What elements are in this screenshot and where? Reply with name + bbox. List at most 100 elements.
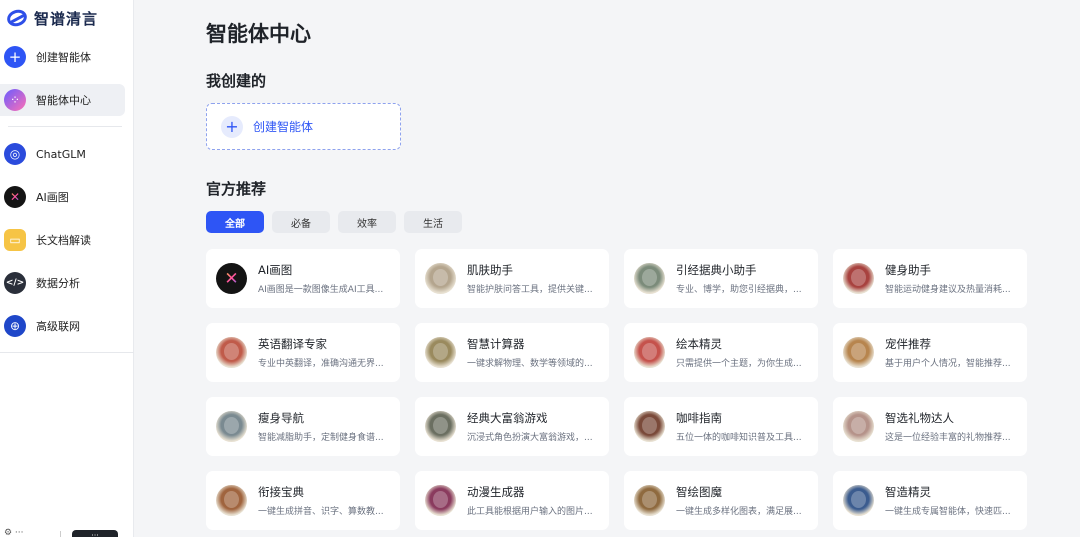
agent-avatar [843, 337, 874, 368]
agent-avatar [425, 263, 456, 294]
chatglm-logo-icon: ◎ [4, 143, 26, 165]
sidebar-item-agent-center[interactable]: ⁘ 智能体中心 [0, 84, 125, 116]
agent-card-text: 智绘图魔一键生成多样化图表，满足展... [676, 484, 811, 517]
agent-card-title: AI画图 [258, 263, 293, 277]
agent-card-description: 一键生成拼音、识字、算数教... [258, 507, 384, 517]
agent-card-title: 引经据典小助手 [676, 263, 757, 277]
sidebar-item-create-agent[interactable]: + 创建智能体 [0, 41, 125, 73]
agent-card-description: 这是一位经验丰富的礼物推荐... [885, 433, 1011, 443]
agent-card-description: 基于用户个人情况，智能推荐... [885, 359, 1011, 369]
create-agent-label: 创建智能体 [253, 120, 314, 134]
agent-avatar [843, 263, 874, 294]
agent-card-text: 经典大富翁游戏 沉浸式角色扮演大富翁游戏，... [467, 410, 602, 443]
agent-card-title: 咖啡指南 [676, 411, 722, 425]
sidebar-item-ai-draw[interactable]: ✕ AI画图 [0, 181, 125, 213]
agent-card-title: 瘦身导航 [258, 411, 304, 425]
app-logo[interactable]: 智谱清言 [5, 7, 99, 29]
zhipu-logo-icon [5, 7, 30, 29]
agent-card[interactable]: 英语翻译专家 专业中英翻译，准确沟通无界... [206, 323, 400, 382]
agent-card-description: 专业中英翻译，准确沟通无界... [258, 359, 384, 369]
agent-card-title: 健身助手 [885, 263, 931, 277]
tab-essential[interactable]: 必备 [272, 211, 330, 233]
sidebar-item-long-doc[interactable]: ▭ 长文档解读 [0, 224, 125, 256]
agent-card[interactable]: 瘦身导航 智能减脂助手，定制健身食谱... [206, 397, 400, 456]
agent-card[interactable]: 绘本精灵只需提供一个主题，为你生成... [624, 323, 818, 382]
agent-card-title: 智造精灵 [885, 485, 931, 499]
agent-card-text: 动漫生成器此工具能根据用户输入的图片... [467, 484, 602, 517]
app-grid-icon: ⁘ [4, 89, 26, 111]
agent-card-title: 智选礼物达人 [885, 411, 954, 425]
agent-card-text: 智慧计算器 一键求解物理、数学等领域的... [467, 336, 602, 369]
sidebar-item-label: 高级联网 [36, 320, 80, 333]
agent-card[interactable]: 健身助手 智能运动健身建议及热量消耗... [833, 249, 1027, 308]
sidebar-item-label: 长文档解读 [36, 234, 91, 247]
create-agent-card[interactable]: + 创建智能体 [206, 103, 401, 150]
sidebar-item-data-analysis[interactable]: </> 数据分析 [0, 267, 125, 299]
plus-icon: + [4, 46, 26, 68]
sidebar-footer: ⚙ ··· ··· [0, 528, 134, 537]
agent-card[interactable]: 咖啡指南 五位一体的咖啡知识普及工具... [624, 397, 818, 456]
agent-avatar [216, 411, 247, 442]
agent-card[interactable]: 肌肤助手 智能护肤问答工具，提供关键... [415, 249, 609, 308]
ai-draw-logo-icon: ✕ [216, 263, 247, 294]
sidebar-item-web-search[interactable]: ⊕ 高级联网 [0, 310, 125, 342]
agent-card[interactable]: 智慧计算器 一键求解物理、数学等领域的... [415, 323, 609, 382]
tab-efficiency[interactable]: 效率 [338, 211, 396, 233]
agent-card-text: 咖啡指南 五位一体的咖啡知识普及工具... [676, 410, 811, 443]
agent-card[interactable]: ✕ AI画图 AI画图是一款图像生成AI工具... [206, 249, 400, 308]
agent-card[interactable]: 动漫生成器此工具能根据用户输入的图片... [415, 471, 609, 530]
agent-card-description: 沉浸式角色扮演大富翁游戏，... [467, 433, 593, 443]
agent-avatar [216, 337, 247, 368]
agent-card-text: 智造精灵一键生成专属智能体，快速匹... [885, 484, 1020, 517]
agent-card-description: 专业、博学，助您引经据典，... [676, 285, 802, 295]
folder-icon: ▭ [4, 229, 26, 251]
agent-card-text: AI画图 AI画图是一款图像生成AI工具... [258, 262, 393, 295]
agent-card-text: 引经据典小助手专业、博学，助您引经据典，... [676, 262, 811, 295]
agent-avatar [425, 411, 456, 442]
footer-user-icon[interactable]: ⚙ ··· [4, 528, 24, 537]
agent-card[interactable]: 智造精灵一键生成专属智能体，快速匹... [833, 471, 1027, 530]
agent-avatar [425, 485, 456, 516]
agent-card[interactable]: 智绘图魔一键生成多样化图表，满足展... [624, 471, 818, 530]
agent-card-description: 一键生成多样化图表，满足展... [676, 507, 802, 517]
code-icon: </> [4, 272, 26, 294]
agent-card-description: 此工具能根据用户输入的图片... [467, 507, 593, 517]
globe-icon: ⊕ [4, 315, 26, 337]
agent-card-title: 宠伴推荐 [885, 337, 931, 351]
agent-card[interactable]: 宠伴推荐基于用户个人情况，智能推荐... [833, 323, 1027, 382]
sidebar-item-label: ChatGLM [36, 147, 86, 161]
agent-avatar [425, 337, 456, 368]
agent-avatar [843, 485, 874, 516]
sidebar-item-chatglm[interactable]: ◎ ChatGLM [0, 138, 125, 170]
tab-all[interactable]: 全部 [206, 211, 264, 233]
agent-avatar [634, 485, 665, 516]
sidebar-item-label: 智能体中心 [36, 94, 91, 107]
agent-avatar [843, 411, 874, 442]
ai-draw-icon: ✕ [4, 186, 26, 208]
agent-card[interactable]: 智选礼物达人这是一位经验丰富的礼物推荐... [833, 397, 1027, 456]
agent-avatar [216, 485, 247, 516]
page-title: 智能体中心 [206, 22, 311, 46]
category-tabs: 全部 必备 效率 生活 [206, 211, 462, 233]
agent-card-title: 智慧计算器 [467, 337, 525, 351]
agent-card[interactable]: 引经据典小助手专业、博学，助您引经据典，... [624, 249, 818, 308]
agent-card-title: 动漫生成器 [467, 485, 525, 499]
section-heading-mine: 我创建的 [206, 72, 267, 90]
agent-avatar [634, 337, 665, 368]
agent-avatar [634, 411, 665, 442]
agent-card-description: AI画图是一款图像生成AI工具... [258, 285, 384, 295]
app-name: 智谱清言 [34, 9, 99, 28]
sidebar-divider [8, 126, 122, 127]
tab-life[interactable]: 生活 [404, 211, 462, 233]
agent-card-description: 一键生成专属智能体，快速匹... [885, 507, 1011, 517]
agent-card[interactable]: 经典大富翁游戏 沉浸式角色扮演大富翁游戏，... [415, 397, 609, 456]
agent-card-text: 衔接宝典一键生成拼音、识字、算数教... [258, 484, 393, 517]
agent-card-title: 衔接宝典 [258, 485, 304, 499]
agent-card-title: 智绘图魔 [676, 485, 722, 499]
agent-card-description: 只需提供一个主题，为你生成... [676, 359, 802, 369]
footer-button[interactable]: ··· [72, 530, 118, 537]
agent-card[interactable]: 衔接宝典一键生成拼音、识字、算数教... [206, 471, 400, 530]
section-heading-official: 官方推荐 [206, 180, 267, 198]
agent-card-title: 绘本精灵 [676, 337, 722, 351]
agent-card-description: 智能护肤问答工具，提供关键... [467, 285, 593, 295]
